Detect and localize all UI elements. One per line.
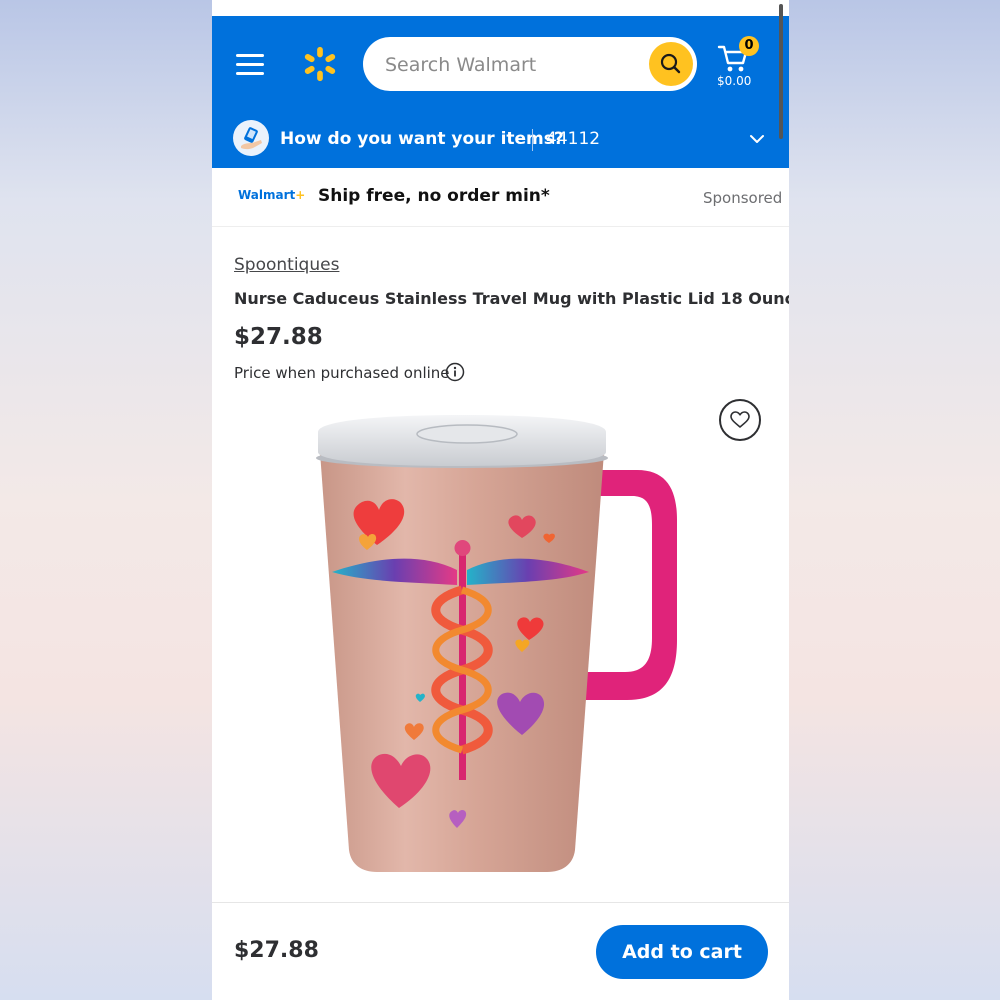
delivery-icon [233,120,269,156]
product-title: Nurse Caduceus Stainless Travel Mug with… [234,289,789,308]
phone-screen: 0 $0.00 How do you want your items? 4411… [212,0,789,1000]
sponsored-label: Sponsored [703,189,783,207]
header-bar: 0 $0.00 How do you want your items? 4411… [212,16,789,168]
info-icon[interactable] [445,362,465,382]
search-button[interactable] [649,42,693,86]
search-icon [660,53,681,74]
brand-link[interactable]: Spoontiques [234,255,339,275]
fulfillment-selector[interactable]: How do you want your items? 44112 [212,112,789,168]
search-input[interactable] [383,47,637,83]
search-bar [363,37,697,91]
bottom-price: $27.88 [234,938,319,963]
spark-logo-icon[interactable] [301,45,339,83]
product-price: $27.88 [234,324,323,350]
divider [532,129,533,151]
chevron-down-icon [750,135,764,143]
price-note: Price when purchased online [234,364,450,382]
sponsored-promo-banner[interactable]: Walmart+ Ship free, no order min* Sponso… [212,168,789,227]
favorite-button[interactable] [719,399,761,441]
add-to-cart-button[interactable]: Add to cart [596,925,768,979]
promo-text: Ship free, no order min* [318,186,550,206]
cart-button[interactable]: 0 $0.00 [717,36,759,92]
cart-total: $0.00 [717,74,752,88]
zip-code: 44112 [546,129,601,149]
scrollbar[interactable] [779,4,783,139]
heart-icon [730,411,750,428]
menu-icon[interactable] [236,54,264,76]
product-image[interactable] [307,410,707,880]
fulfillment-question: How do you want your items? [280,129,564,149]
walmart-plus-logo: Walmart+ [238,188,306,202]
bottom-bar: $27.88 Add to cart [212,902,789,1000]
cart-count-badge: 0 [739,36,759,56]
